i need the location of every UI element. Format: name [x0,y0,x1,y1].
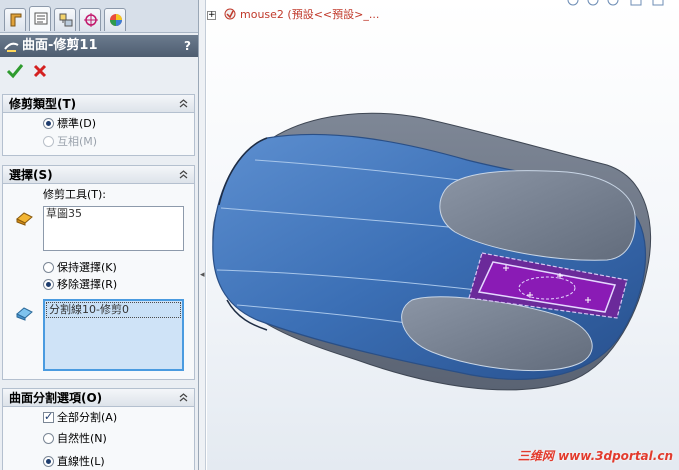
radio-natural[interactable] [43,433,54,444]
selections-header[interactable]: 選擇(S) [3,166,194,184]
feature-title: 曲面-修剪11 [22,38,98,53]
selections-title: 選擇(S) [9,168,53,182]
remove-selections-option[interactable]: 移除選擇(R) [43,278,117,292]
radio-standard[interactable] [43,118,54,129]
split-all-option[interactable]: 全部分割(A) [43,410,118,425]
trim-tool-label: 修剪工具(T): [43,188,107,201]
part-icon [224,8,235,20]
split-all-label: 全部分割(A) [57,411,118,424]
split-all-checkbox[interactable] [43,410,54,424]
display-manager-icon [110,14,122,26]
natural-label: 自然性(N) [57,432,107,445]
list-item[interactable]: 分割線10-修剪0 [46,302,181,318]
watermark: 三维网 www.3dportal.cn [517,449,673,463]
graphics-area[interactable]: + mouse2 (預設<<預設>_... 三维网 www.3dportal.c… [207,0,679,470]
configuration-manager-icon [59,13,73,27]
cancel-button[interactable] [33,64,47,78]
linear-option[interactable]: 直線性(L) [43,455,105,469]
surface-split-options-header[interactable]: 曲面分割選項(O) [3,389,194,407]
panel-splitter[interactable]: ◂ [199,0,206,470]
tab-dimxpert-manager[interactable] [79,8,101,31]
ok-cancel-row [0,60,198,84]
trim-standard-option[interactable]: 標準(D) [43,117,96,131]
dimxpert-icon [84,13,98,27]
linear-label: 直線性(L) [57,455,105,468]
zoom-area-icon[interactable] [587,0,599,6]
trim-mutual-label: 互相(M) [57,135,98,148]
trim-standard-label: 標準(D) [57,117,97,130]
previous-view-icon[interactable] [607,0,619,6]
collapse-chevron-icon[interactable] [177,391,190,404]
ok-button[interactable] [6,63,24,79]
collapse-chevron-icon[interactable] [177,97,190,110]
keep-selections-label: 保持選擇(K) [57,261,117,274]
trim-type-header[interactable]: 修剪類型(T) [3,95,194,113]
trim-type-group: 修剪類型(T) 標準(D) 互相(M) [2,94,195,156]
surface-split-options-group: 曲面分割選項(O) 全部分割(A) 自然性(N) 直線性(L) [2,388,195,470]
keep-selections-option[interactable]: 保持選擇(K) [43,261,117,275]
radio-keep[interactable] [43,262,54,273]
property-manager-panel: 曲面-修剪11 ? 修剪類型(T) 標準(D) 互相(M) 選擇(S) 修剪工具… [0,0,199,470]
tab-display-manager[interactable] [104,8,126,31]
view-toolbar [567,0,664,6]
help-button[interactable]: ? [184,35,191,57]
splitter-grip-icon[interactable]: ◂ [200,270,205,280]
tab-configuration-manager[interactable] [54,8,76,31]
property-manager-icon [34,12,48,25]
selections-group: 選擇(S) 修剪工具(T): 草圖35 保持選擇(K) 移除選擇(R) 分割線1… [2,165,195,380]
radio-remove[interactable] [43,279,54,290]
expand-tree-button[interactable]: + [207,11,216,20]
feature-tree-root[interactable]: + mouse2 (預設<<預設>_... [207,6,379,24]
model-name: mouse2 [240,8,284,21]
list-item[interactable]: 草圖35 [44,207,183,221]
section-view-icon[interactable] [630,0,642,6]
mouse-surface-model[interactable] [207,0,679,470]
zoom-to-fit-icon[interactable] [567,0,579,6]
view-orientation-icon[interactable] [652,0,664,6]
property-manager-title-bar: 曲面-修剪11 ? [0,35,198,57]
trim-type-title: 修剪類型(T) [9,97,77,111]
radio-linear[interactable] [43,456,54,467]
collapse-chevron-icon[interactable] [177,168,190,181]
surface-trim-icon [4,42,19,52]
trim-tool-listbox[interactable]: 草圖35 [43,206,184,251]
trim-mutual-option: 互相(M) [43,135,97,149]
pieces-to-remove-listbox[interactable]: 分割線10-修剪0 [43,299,184,371]
radio-mutual [43,136,54,147]
natural-option[interactable]: 自然性(N) [43,432,107,446]
surface-split-options-title: 曲面分割選項(O) [9,391,103,405]
remove-selections-label: 移除選擇(R) [57,278,118,291]
configuration-name: (預設<<預設>_... [287,8,380,21]
tab-property-manager[interactable] [29,6,51,31]
manager-tab-bar [0,0,198,33]
selection-bucket-icon [16,307,33,321]
feature-manager-icon [10,13,22,27]
tab-feature-manager[interactable] [4,8,26,31]
selection-bucket-icon [16,212,33,226]
